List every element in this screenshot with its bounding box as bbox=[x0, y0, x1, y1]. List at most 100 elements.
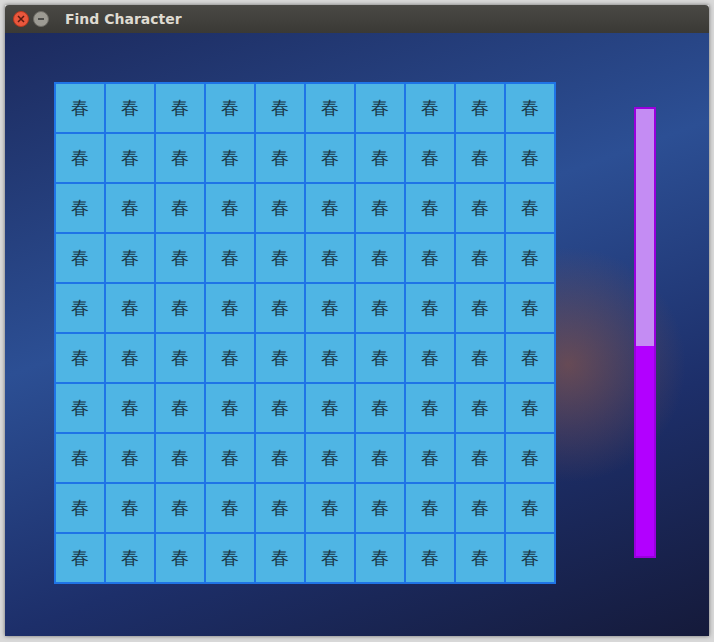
character-cell[interactable]: 春 bbox=[56, 484, 104, 532]
character-cell[interactable]: 春 bbox=[206, 484, 254, 532]
character-cell[interactable]: 春 bbox=[456, 384, 504, 432]
character-cell[interactable]: 春 bbox=[456, 284, 504, 332]
character-cell[interactable]: 春 bbox=[206, 84, 254, 132]
character-cell[interactable]: 春 bbox=[256, 234, 304, 282]
character-cell[interactable]: 春 bbox=[56, 184, 104, 232]
character-cell[interactable]: 春 bbox=[206, 134, 254, 182]
character-cell[interactable]: 春 bbox=[506, 84, 554, 132]
character-cell[interactable]: 春 bbox=[256, 534, 304, 582]
character-cell[interactable]: 春 bbox=[256, 84, 304, 132]
character-cell[interactable]: 春 bbox=[206, 284, 254, 332]
character-cell[interactable]: 春 bbox=[356, 434, 404, 482]
character-cell[interactable]: 春 bbox=[106, 184, 154, 232]
character-cell[interactable]: 春 bbox=[156, 234, 204, 282]
character-cell[interactable]: 春 bbox=[506, 484, 554, 532]
character-cell[interactable]: 春 bbox=[156, 284, 204, 332]
character-cell[interactable]: 春 bbox=[206, 184, 254, 232]
character-cell[interactable]: 春 bbox=[506, 284, 554, 332]
character-cell[interactable]: 春 bbox=[156, 84, 204, 132]
character-cell[interactable]: 春 bbox=[356, 334, 404, 382]
character-cell[interactable]: 春 bbox=[506, 334, 554, 382]
character-cell[interactable]: 春 bbox=[356, 234, 404, 282]
character-cell[interactable]: 春 bbox=[106, 134, 154, 182]
character-cell[interactable]: 春 bbox=[56, 384, 104, 432]
character-cell[interactable]: 春 bbox=[456, 484, 504, 532]
character-cell[interactable]: 春 bbox=[506, 434, 554, 482]
character-cell[interactable]: 春 bbox=[106, 484, 154, 532]
character-cell[interactable]: 春 bbox=[356, 134, 404, 182]
character-cell[interactable]: 春 bbox=[306, 434, 354, 482]
character-cell[interactable]: 春 bbox=[206, 334, 254, 382]
character-cell[interactable]: 春 bbox=[456, 434, 504, 482]
character-cell[interactable]: 春 bbox=[306, 334, 354, 382]
character-cell[interactable]: 春 bbox=[356, 384, 404, 432]
character-cell[interactable]: 春 bbox=[456, 234, 504, 282]
character-cell[interactable]: 春 bbox=[306, 234, 354, 282]
character-cell[interactable]: 春 bbox=[356, 184, 404, 232]
character-cell[interactable]: 春 bbox=[56, 334, 104, 382]
character-cell[interactable]: 春 bbox=[406, 384, 454, 432]
character-cell[interactable]: 春 bbox=[306, 84, 354, 132]
character-cell[interactable]: 春 bbox=[506, 134, 554, 182]
character-cell[interactable]: 春 bbox=[206, 434, 254, 482]
character-cell[interactable]: 春 bbox=[56, 434, 104, 482]
character-cell[interactable]: 春 bbox=[106, 234, 154, 282]
character-cell[interactable]: 春 bbox=[406, 234, 454, 282]
character-cell[interactable]: 春 bbox=[456, 84, 504, 132]
character-cell[interactable]: 春 bbox=[256, 334, 304, 382]
character-cell[interactable]: 春 bbox=[356, 284, 404, 332]
character-cell[interactable]: 春 bbox=[56, 234, 104, 282]
character-cell[interactable]: 春 bbox=[356, 84, 404, 132]
character-cell[interactable]: 春 bbox=[456, 534, 504, 582]
character-cell[interactable]: 春 bbox=[156, 134, 204, 182]
character-cell[interactable]: 春 bbox=[256, 484, 304, 532]
character-cell[interactable]: 春 bbox=[106, 534, 154, 582]
minimize-icon[interactable] bbox=[33, 11, 49, 27]
character-cell[interactable]: 春 bbox=[306, 384, 354, 432]
character-cell[interactable]: 春 bbox=[156, 334, 204, 382]
character-cell[interactable]: 春 bbox=[156, 434, 204, 482]
character-cell[interactable]: 春 bbox=[106, 84, 154, 132]
character-cell[interactable]: 春 bbox=[156, 384, 204, 432]
character-cell[interactable]: 春 bbox=[156, 534, 204, 582]
character-cell[interactable]: 春 bbox=[456, 184, 504, 232]
character-cell[interactable]: 春 bbox=[406, 184, 454, 232]
character-cell[interactable]: 春 bbox=[306, 184, 354, 232]
character-cell[interactable]: 春 bbox=[406, 534, 454, 582]
character-cell[interactable]: 春 bbox=[356, 484, 404, 532]
character-cell[interactable]: 春 bbox=[56, 84, 104, 132]
character-cell[interactable]: 春 bbox=[356, 534, 404, 582]
character-cell[interactable]: 春 bbox=[206, 534, 254, 582]
character-cell[interactable]: 春 bbox=[406, 134, 454, 182]
character-cell[interactable]: 春 bbox=[56, 134, 104, 182]
character-cell[interactable]: 春 bbox=[506, 234, 554, 282]
character-cell[interactable]: 春 bbox=[406, 434, 454, 482]
character-cell[interactable]: 春 bbox=[456, 334, 504, 382]
character-cell[interactable]: 春 bbox=[506, 534, 554, 582]
character-cell[interactable]: 春 bbox=[306, 534, 354, 582]
character-cell[interactable]: 春 bbox=[106, 284, 154, 332]
character-cell[interactable]: 春 bbox=[256, 134, 304, 182]
character-cell[interactable]: 春 bbox=[206, 234, 254, 282]
character-cell[interactable]: 春 bbox=[456, 134, 504, 182]
character-cell[interactable]: 春 bbox=[106, 334, 154, 382]
character-cell[interactable]: 春 bbox=[156, 184, 204, 232]
character-cell[interactable]: 春 bbox=[156, 484, 204, 532]
character-cell[interactable]: 春 bbox=[256, 384, 304, 432]
character-cell[interactable]: 春 bbox=[306, 484, 354, 532]
character-cell[interactable]: 春 bbox=[406, 484, 454, 532]
character-cell[interactable]: 春 bbox=[306, 134, 354, 182]
character-cell[interactable]: 春 bbox=[506, 184, 554, 232]
character-cell[interactable]: 春 bbox=[256, 434, 304, 482]
character-cell[interactable]: 春 bbox=[106, 384, 154, 432]
close-icon[interactable] bbox=[13, 11, 29, 27]
character-cell[interactable]: 春 bbox=[406, 84, 454, 132]
character-cell[interactable]: 春 bbox=[306, 284, 354, 332]
character-cell[interactable]: 春 bbox=[506, 384, 554, 432]
character-cell[interactable]: 春 bbox=[56, 534, 104, 582]
character-cell[interactable]: 春 bbox=[256, 184, 304, 232]
character-cell[interactable]: 春 bbox=[56, 284, 104, 332]
character-cell[interactable]: 春 bbox=[106, 434, 154, 482]
character-cell[interactable]: 春 bbox=[406, 284, 454, 332]
character-cell[interactable]: 春 bbox=[206, 384, 254, 432]
